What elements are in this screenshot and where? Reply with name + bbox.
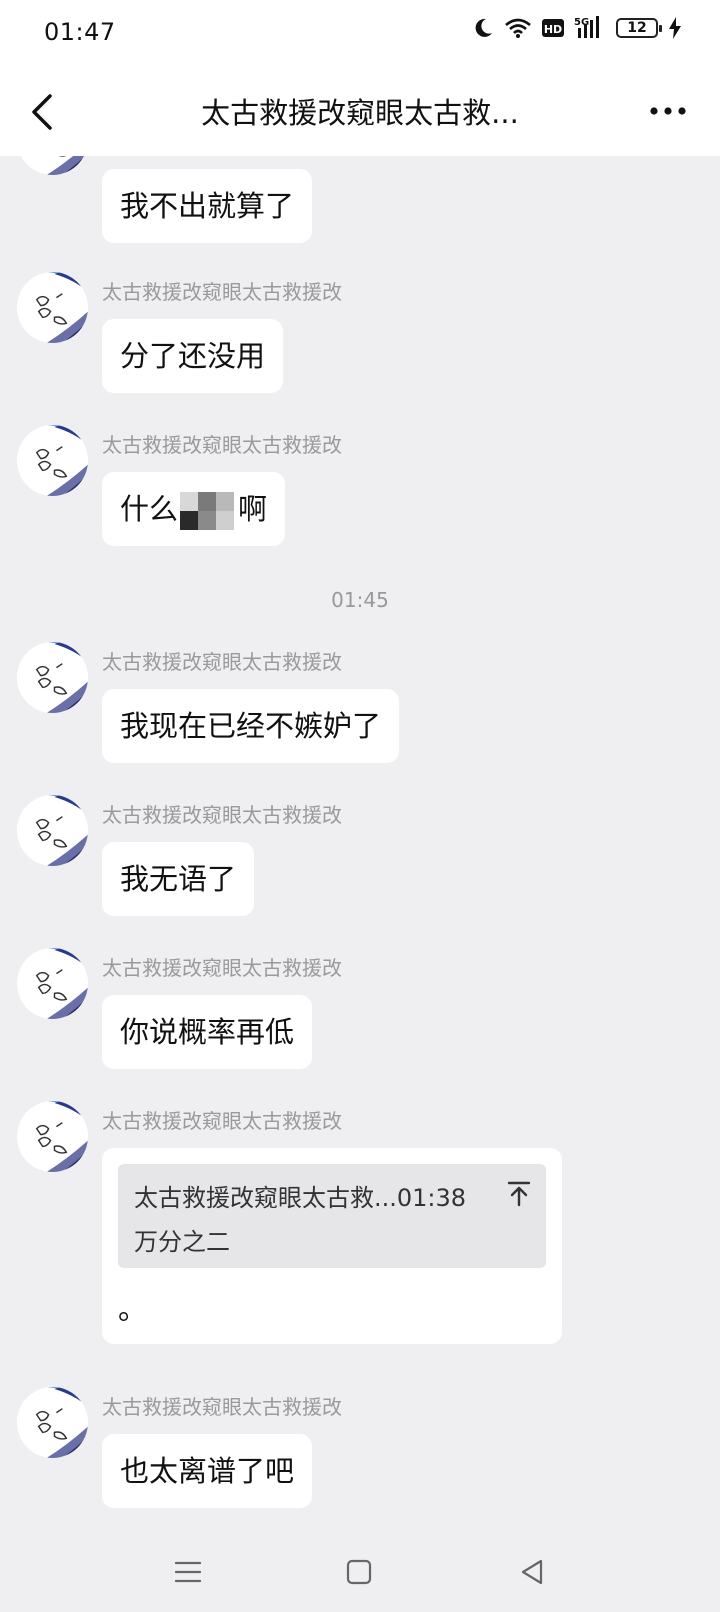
charging-icon [669,17,681,39]
sender-name: 太古救援改窥眼太古救援改 [102,433,342,457]
system-nav-bar [0,1532,720,1612]
back-triangle-icon[interactable] [514,1554,550,1590]
avatar[interactable] [17,795,88,866]
message-text: 啊 [238,492,268,526]
quoted-sender-time: 太古救援改窥眼太古救...01:38 [134,1184,467,1212]
avatar[interactable] [17,1387,88,1458]
sender-name: 太古救援改窥眼太古救援改 [102,650,342,674]
back-icon[interactable] [24,90,64,134]
message-bubble[interactable]: 我不出就算了 [102,169,313,243]
sender-name: 太古救援改窥眼太古救援改 [102,1109,342,1133]
hd-icon: HD [542,19,564,37]
sender-name: 太古救援改窥眼太古救援改 [102,280,342,304]
status-bar: 01:47 HD 5G 12 [0,0,720,66]
menu-icon[interactable] [170,1554,206,1590]
avatar[interactable] [17,425,88,496]
avatar[interactable] [17,272,88,343]
avatar[interactable] [17,156,88,175]
more-icon[interactable] [648,96,688,126]
moon-icon [475,18,492,37]
time-separator: 01:45 [331,588,389,612]
avatar[interactable] [17,1101,88,1172]
message-bubble[interactable]: 分了还没用 [102,319,284,393]
message-text: 什么 [120,492,179,526]
quote-reply-bubble[interactable]: 太古救援改窥眼太古救...01:38 万分之二 。 [102,1148,562,1344]
chat-header: 太古救援改窥眼太古救... [0,66,720,156]
signal-icon: 5G [574,16,599,38]
wifi-icon [505,18,531,38]
status-icons: HD 5G 12 [472,16,682,40]
quoted-message[interactable]: 太古救援改窥眼太古救...01:38 万分之二 [118,1164,546,1268]
message-text: 。 [118,1292,148,1326]
sender-name: 太古救援改窥眼太古救援改 [102,1395,342,1419]
chat-title: 太古救援改窥眼太古救... [201,96,519,130]
quoted-text: 万分之二 [134,1228,230,1256]
message-bubble[interactable]: 我现在已经不嫉妒了 [102,689,400,763]
jump-to-quote-icon[interactable] [504,1178,534,1208]
message-bubble[interactable]: 我无语了 [102,842,255,916]
battery-icon: 12 [616,18,662,38]
status-time: 01:47 [44,18,116,46]
sender-name: 太古救援改窥眼太古救援改 [102,803,342,827]
home-icon[interactable] [341,1554,377,1590]
svg-text:HD: HD [544,23,562,36]
message-bubble[interactable]: 什么 啊 [102,472,286,546]
message-bubble[interactable]: 你说概率再低 [102,995,313,1069]
censored-mosaic [180,492,236,530]
sender-name: 太古救援改窥眼太古救援改 [102,956,342,980]
avatar[interactable] [17,642,88,713]
chat-area[interactable]: 我不出就算了 太古救援改窥眼太古救援改 分了还没用 太古救援改窥眼太古救援改 什… [0,156,720,1532]
message-bubble[interactable]: 也太离谱了吧 [102,1434,313,1508]
avatar[interactable] [17,948,88,1019]
